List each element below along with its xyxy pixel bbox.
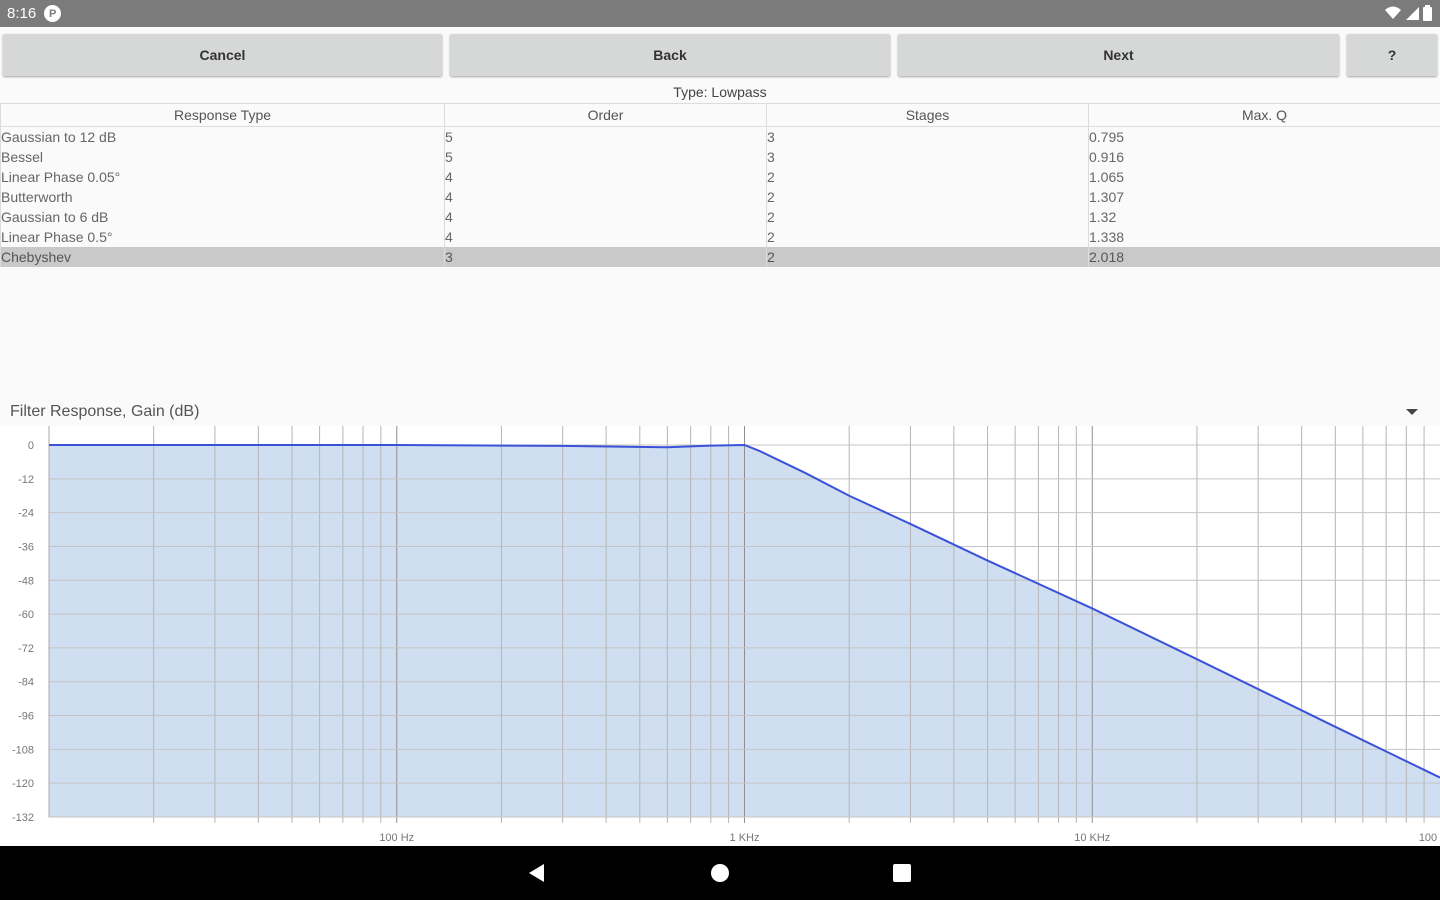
next-button[interactable]: Next <box>898 34 1339 76</box>
x-tick-label: 100 Hz <box>379 832 414 844</box>
y-tick-label: -48 <box>18 575 34 587</box>
battery-icon <box>1423 5 1432 21</box>
cell-response-type: Gaussian to 6 dB <box>0 207 445 227</box>
cell-response-type: Linear Phase 0.5° <box>0 227 445 247</box>
wifi-icon <box>1385 6 1401 19</box>
y-tick-label: -12 <box>18 474 34 486</box>
cell-order: 5 <box>444 147 767 167</box>
cell-stages: 3 <box>766 126 1089 147</box>
navigation-bar <box>0 846 1440 900</box>
column-header-order[interactable]: Order <box>444 103 767 127</box>
cell-order: 4 <box>444 187 767 207</box>
back-nav-icon[interactable] <box>527 863 547 883</box>
table-header-row: Response Type Order Stages Max. Q <box>0 103 1440 127</box>
cell-order: 3 <box>444 247 767 267</box>
x-tick-label: 100 <box>1419 832 1437 844</box>
y-tick-label: -108 <box>12 744 34 756</box>
y-tick-label: -60 <box>18 609 34 621</box>
table-row[interactable]: Gaussian to 12 dB 5 3 0.795 <box>0 126 1440 147</box>
recents-nav-icon[interactable] <box>893 864 911 882</box>
button-row: Cancel Back Next ? <box>0 34 1440 76</box>
chart-selector[interactable]: Filter Response, Gain (dB) <box>10 403 199 421</box>
filter-response-chart: 0 -12 -24 -36 -48 -60 -72 -84 -96 -108 -120 -132 100… <box>0 426 1440 846</box>
cell-max-q: 0.795 <box>1088 126 1440 147</box>
status-time: 8:16 <box>7 5 37 22</box>
cell-max-q: 1.065 <box>1088 167 1440 187</box>
x-tick-label: 10 KHz <box>1074 832 1110 844</box>
app-notification-icon: P <box>44 5 62 22</box>
y-tick-label: 0 <box>28 440 34 452</box>
filter-type-label: Type: Lowpass <box>673 84 767 100</box>
cell-stages: 3 <box>766 147 1089 167</box>
cell-max-q: 0.916 <box>1088 147 1440 167</box>
home-nav-icon[interactable] <box>710 863 730 883</box>
column-header-max-q[interactable]: Max. Q <box>1088 103 1440 127</box>
cell-stages: 2 <box>766 247 1089 267</box>
cell-max-q: 1.307 <box>1088 187 1440 207</box>
cell-response-type: Chebyshev <box>0 247 445 267</box>
cell-order: 4 <box>444 207 767 227</box>
cell-response-type: Butterworth <box>0 187 445 207</box>
table-row[interactable]: Gaussian to 6 dB 4 2 1.32 <box>0 207 1440 227</box>
table-row[interactable]: Linear Phase 0.05° 4 2 1.065 <box>0 167 1440 187</box>
cell-stages: 2 <box>766 227 1089 247</box>
y-tick-label: -72 <box>18 643 34 655</box>
cell-response-type: Gaussian to 12 dB <box>0 126 445 147</box>
cell-stages: 2 <box>766 167 1089 187</box>
column-header-response-type[interactable]: Response Type <box>0 103 445 127</box>
chart-svg: 0 -12 -24 -36 -48 -60 -72 -84 -96 -108 -120 -132 100… <box>12 426 1440 844</box>
y-tick-label: -84 <box>18 677 34 689</box>
column-header-stages[interactable]: Stages <box>766 103 1089 127</box>
back-button[interactable]: Back <box>450 34 890 76</box>
signal-icon <box>1406 7 1419 20</box>
status-bar: 8:16 P <box>0 0 1440 27</box>
y-tick-label: -132 <box>12 812 34 824</box>
cell-max-q: 2.018 <box>1088 247 1440 267</box>
dropdown-arrow-icon[interactable] <box>1406 409 1418 415</box>
cell-stages: 2 <box>766 187 1089 207</box>
cell-order: 4 <box>444 227 767 247</box>
cell-response-type: Bessel <box>0 147 445 167</box>
help-button[interactable]: ? <box>1347 34 1437 76</box>
status-icons <box>1385 5 1432 21</box>
cell-stages: 2 <box>766 207 1089 227</box>
cell-order: 4 <box>444 167 767 187</box>
cancel-button[interactable]: Cancel <box>3 34 442 76</box>
table-row-selected[interactable]: Chebyshev 3 2 2.018 <box>0 247 1440 267</box>
table-row[interactable]: Bessel 5 3 0.916 <box>0 147 1440 167</box>
y-tick-label: -96 <box>18 711 34 723</box>
table-row[interactable]: Butterworth 4 2 1.307 <box>0 187 1440 207</box>
response-type-table: Response Type Order Stages Max. Q Gaussi… <box>0 103 1440 267</box>
table-row[interactable]: Linear Phase 0.5° 4 2 1.338 <box>0 227 1440 247</box>
y-tick-label: -36 <box>18 541 34 553</box>
y-tick-label: -24 <box>18 508 34 520</box>
cell-max-q: 1.338 <box>1088 227 1440 247</box>
x-tick-label: 1 KHz <box>730 832 760 844</box>
cell-max-q: 1.32 <box>1088 207 1440 227</box>
cell-response-type: Linear Phase 0.05° <box>0 167 445 187</box>
y-tick-label: -120 <box>12 778 34 790</box>
cell-order: 5 <box>444 126 767 147</box>
